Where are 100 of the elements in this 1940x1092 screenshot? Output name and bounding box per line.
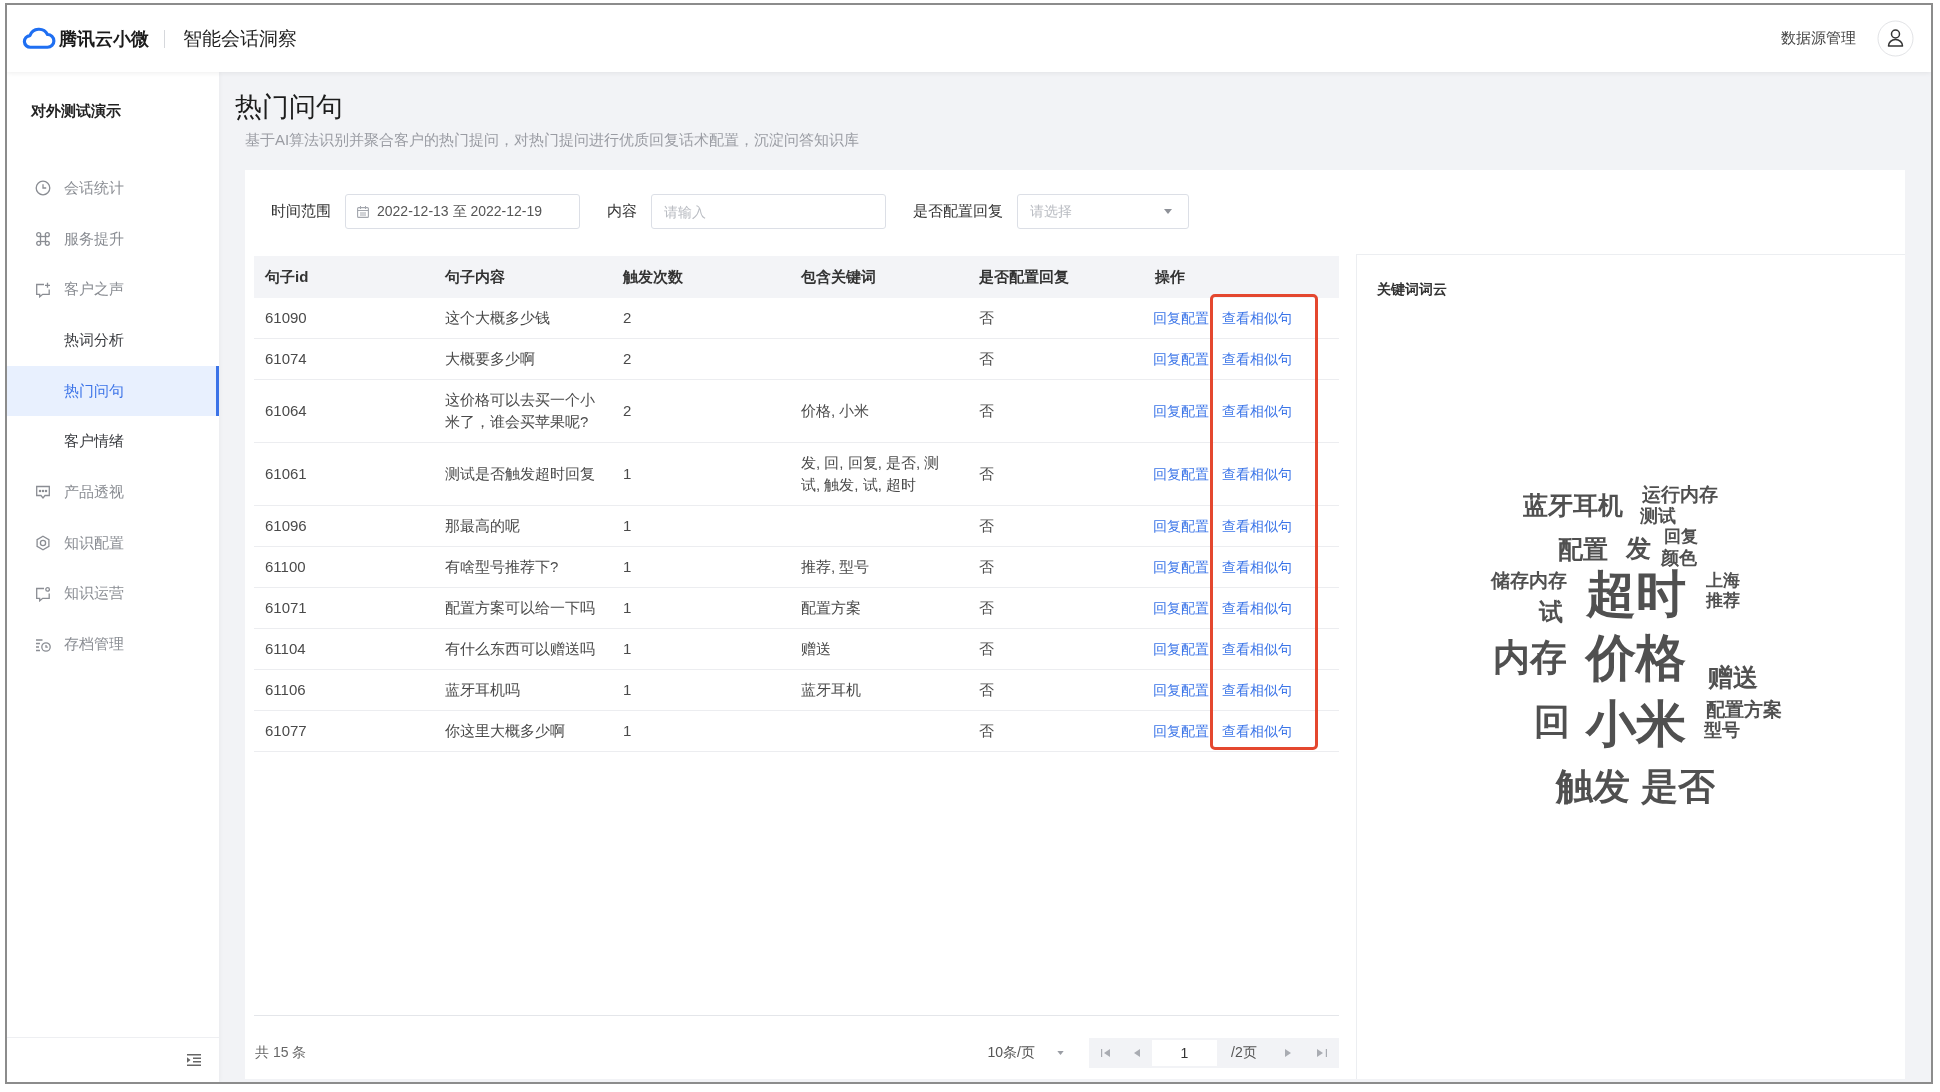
data-source-link[interactable]: 数据源管理: [1781, 29, 1856, 48]
row-action-link[interactable]: 查看相似句: [1222, 597, 1292, 619]
table-cell-text: 否: [978, 349, 995, 369]
sidebar-item[interactable]: 热门问句: [7, 365, 219, 417]
page-size-select[interactable]: 10条/页: [987, 1043, 1064, 1062]
sidebar-item[interactable]: 服务提升: [7, 213, 219, 265]
row-action-link[interactable]: 回复配置: [1153, 638, 1209, 660]
page-description: 基于AI算法识别并聚合客户的热门提问，对热门提问进行优质回复话术配置，沉淀问答知识库: [245, 130, 860, 150]
filter-label: 时间范围: [271, 202, 331, 221]
row-action-link[interactable]: 回复配置: [1153, 720, 1209, 742]
table-cell-text: 否: [978, 639, 995, 659]
row-action-link[interactable]: 回复配置: [1153, 400, 1209, 422]
row-action-link[interactable]: 查看相似句: [1222, 679, 1292, 701]
column-header: 触发次数: [622, 267, 684, 287]
content-input[interactable]: 请输入: [651, 194, 886, 229]
sidebar-item[interactable]: 热词分析: [7, 315, 219, 366]
sidebar-item[interactable]: 客户之声: [7, 264, 219, 316]
cloud-word: 型号: [1704, 721, 1740, 739]
cloud-word: 推荐: [1706, 592, 1740, 609]
column-header: 操作: [1154, 267, 1186, 287]
table-cell-text: 否: [978, 721, 995, 741]
cloud-word: 发: [1626, 536, 1651, 561]
date-range-field[interactable]: 2022-12-13 至 2022-12-19: [345, 194, 580, 229]
sidebar-item[interactable]: 产品透视: [7, 467, 219, 518]
row-action-link[interactable]: 查看相似句: [1222, 348, 1292, 370]
cloud-word: 小米: [1586, 699, 1686, 749]
table-cell-text: 那最高的呢: [444, 516, 521, 536]
sidebar-item[interactable]: 客户情绪: [7, 416, 219, 468]
table-cell-text: 61071: [264, 598, 308, 618]
cloud-word: 储存内存: [1491, 571, 1567, 590]
table-cell-text: 61100: [264, 557, 307, 577]
table-cell-text: 61090: [264, 308, 308, 328]
brand-name: 腾讯云小微: [59, 27, 149, 51]
table-cell-text: 推荐, 型号: [800, 557, 871, 577]
row-action-link[interactable]: 查看相似句: [1222, 720, 1292, 742]
column-header: 句子内容: [444, 267, 506, 287]
sidebar-item[interactable]: 知识配置: [7, 517, 219, 569]
next-page-icon[interactable]: [1285, 1048, 1291, 1057]
cloud-word: 触发: [1556, 768, 1630, 805]
indent-icon[interactable]: [187, 1054, 201, 1066]
table-cell-text: 否: [978, 557, 995, 577]
row-action-link[interactable]: 回复配置: [1153, 556, 1209, 578]
first-page-icon[interactable]: [1101, 1048, 1111, 1057]
filter-label: 内容: [607, 202, 637, 221]
column-header: 句子id: [264, 267, 310, 287]
row-action-link[interactable]: 回复配置: [1153, 307, 1209, 329]
row-action-link[interactable]: 回复配置: [1153, 515, 1209, 537]
row-action-link[interactable]: 查看相似句: [1222, 307, 1292, 329]
sidebar-item[interactable]: 会话统计: [7, 163, 219, 214]
page-input[interactable]: 1: [1152, 1039, 1217, 1066]
row-action-link[interactable]: 回复配置: [1153, 463, 1209, 485]
table-cell-text: 61104: [264, 639, 307, 659]
clock-icon: [35, 180, 51, 197]
row-action-link[interactable]: 查看相似句: [1222, 515, 1292, 537]
table-cell-text: 配置方案可以给一下吗: [444, 598, 596, 618]
cloud-word: 试: [1539, 600, 1563, 624]
sidebar-item[interactable]: 存档管理: [7, 619, 219, 670]
sidebar-item[interactable]: 知识运营: [7, 568, 219, 620]
row-action-link[interactable]: 查看相似句: [1222, 400, 1292, 422]
row-action-link[interactable]: 查看相似句: [1222, 463, 1292, 485]
table-cell-text: 否: [978, 516, 995, 536]
table-cell-text: 赠送: [800, 639, 832, 659]
cloud-word: 上海: [1706, 572, 1740, 589]
table-cell-text: 61061: [264, 464, 308, 484]
table-cell-text: 测试是否触发超时回复: [444, 464, 596, 484]
row-action-link[interactable]: 查看相似句: [1222, 556, 1292, 578]
table-cell-text: 这个大概多少钱: [444, 308, 551, 328]
table-cell-text: 大概要多少啊: [444, 349, 536, 369]
table-cell-text: 否: [978, 464, 995, 484]
calendar-icon: [357, 205, 369, 218]
command-key-icon: [35, 231, 51, 248]
table-cell-text: 价格, 小米: [800, 401, 871, 421]
product-name: 智能会话洞察: [183, 27, 297, 51]
previous-page-icon[interactable]: [1134, 1048, 1140, 1057]
chat-dots-icon: [35, 484, 51, 501]
user-avatar-icon[interactable]: [1877, 20, 1914, 57]
table-cell-text: 1: [622, 557, 633, 577]
table-cell-text: 1: [622, 516, 633, 536]
table-cell-text: 你这里大概多少啊: [444, 721, 566, 741]
cloud-word: 配置方案: [1706, 700, 1782, 719]
cloud-word: 运行内存: [1642, 485, 1718, 504]
total-count: 共 15 条: [255, 1043, 307, 1062]
cloud-word: 回: [1534, 704, 1570, 740]
cloud-word: 配置: [1558, 537, 1608, 562]
cloud-word: 赠送: [1708, 665, 1758, 690]
row-action-link[interactable]: 查看相似句: [1222, 638, 1292, 660]
page-count: /2页: [1231, 1043, 1258, 1062]
table-cell-text: 1: [622, 464, 633, 484]
table-cell-text: 61106: [264, 680, 307, 700]
table-cell-text: 否: [978, 308, 995, 328]
list-clock-icon: [35, 636, 51, 653]
table-cell-text: 1: [622, 639, 633, 659]
row-action-link[interactable]: 回复配置: [1153, 597, 1209, 619]
table-cell-text: 这价格可以去买一个小米了，谁会买苹果呢?: [444, 390, 596, 432]
workspace-title: 对外测试演示: [31, 101, 121, 121]
last-page-icon[interactable]: [1317, 1048, 1327, 1057]
column-header: 包含关键词: [800, 267, 877, 287]
row-action-link[interactable]: 回复配置: [1153, 348, 1209, 370]
row-action-link[interactable]: 回复配置: [1153, 679, 1209, 701]
table-cell-text: 1: [622, 598, 633, 618]
